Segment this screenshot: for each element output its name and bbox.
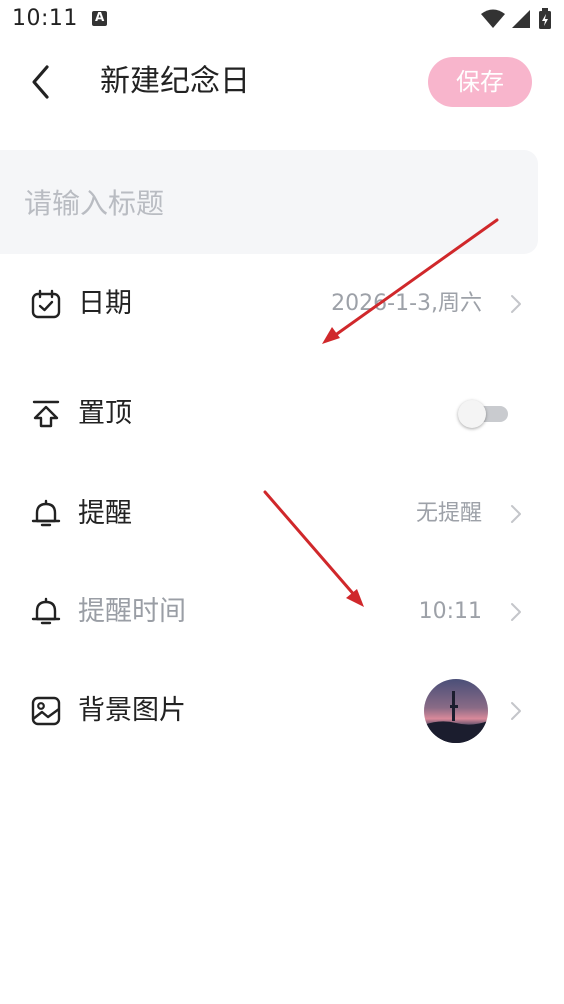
reminder-label: 提醒 bbox=[78, 498, 132, 529]
title-input-container bbox=[0, 150, 538, 254]
wifi-icon bbox=[481, 9, 505, 28]
back-button[interactable] bbox=[22, 62, 62, 102]
date-label: 日期 bbox=[78, 288, 132, 319]
reminder-row[interactable]: 提醒 无提醒 bbox=[0, 474, 564, 554]
pin-top-toggle[interactable] bbox=[458, 400, 510, 428]
title-input[interactable] bbox=[22, 178, 506, 228]
save-button[interactable]: 保存 bbox=[428, 57, 532, 107]
signal-icon bbox=[512, 10, 530, 28]
chevron-right-icon bbox=[511, 505, 521, 523]
chevron-right-icon bbox=[511, 603, 521, 621]
status-icons bbox=[481, 8, 551, 29]
toggle-knob bbox=[458, 400, 486, 428]
bell-icon bbox=[31, 499, 61, 527]
calendar-check-icon bbox=[31, 289, 61, 319]
reminder-time-row[interactable]: 提醒时间 10:11 bbox=[0, 572, 564, 652]
app-notification-letter: A bbox=[95, 10, 105, 24]
date-row[interactable]: 日期 2026-1-3,周六 bbox=[0, 264, 564, 344]
status-bar: 10:11 A bbox=[0, 0, 564, 38]
chevron-right-icon bbox=[511, 295, 521, 313]
background-thumbnail-image bbox=[424, 679, 488, 743]
pin-top-icon bbox=[32, 400, 60, 428]
app-notification-icon: A bbox=[92, 10, 107, 26]
image-icon bbox=[31, 696, 61, 726]
reminder-value: 无提醒 bbox=[415, 501, 482, 526]
chevron-right-icon bbox=[511, 702, 521, 720]
chevron-left-icon bbox=[32, 65, 49, 99]
background-image-row[interactable]: 背景图片 bbox=[0, 671, 564, 751]
background-thumbnail[interactable] bbox=[424, 679, 488, 743]
status-time: 10:11 bbox=[12, 6, 78, 31]
battery-icon bbox=[539, 8, 551, 29]
bell-icon bbox=[31, 597, 61, 625]
pin-top-label: 置顶 bbox=[78, 398, 132, 429]
reminder-time-label: 提醒时间 bbox=[78, 596, 186, 627]
background-image-label: 背景图片 bbox=[78, 695, 186, 726]
page-title: 新建纪念日 bbox=[100, 64, 250, 99]
pin-top-row: 置顶 bbox=[0, 374, 564, 454]
top-app-bar: 新建纪念日 保存 bbox=[0, 48, 564, 118]
reminder-time-value: 10:11 bbox=[418, 599, 482, 624]
date-value: 2026-1-3,周六 bbox=[331, 291, 482, 316]
